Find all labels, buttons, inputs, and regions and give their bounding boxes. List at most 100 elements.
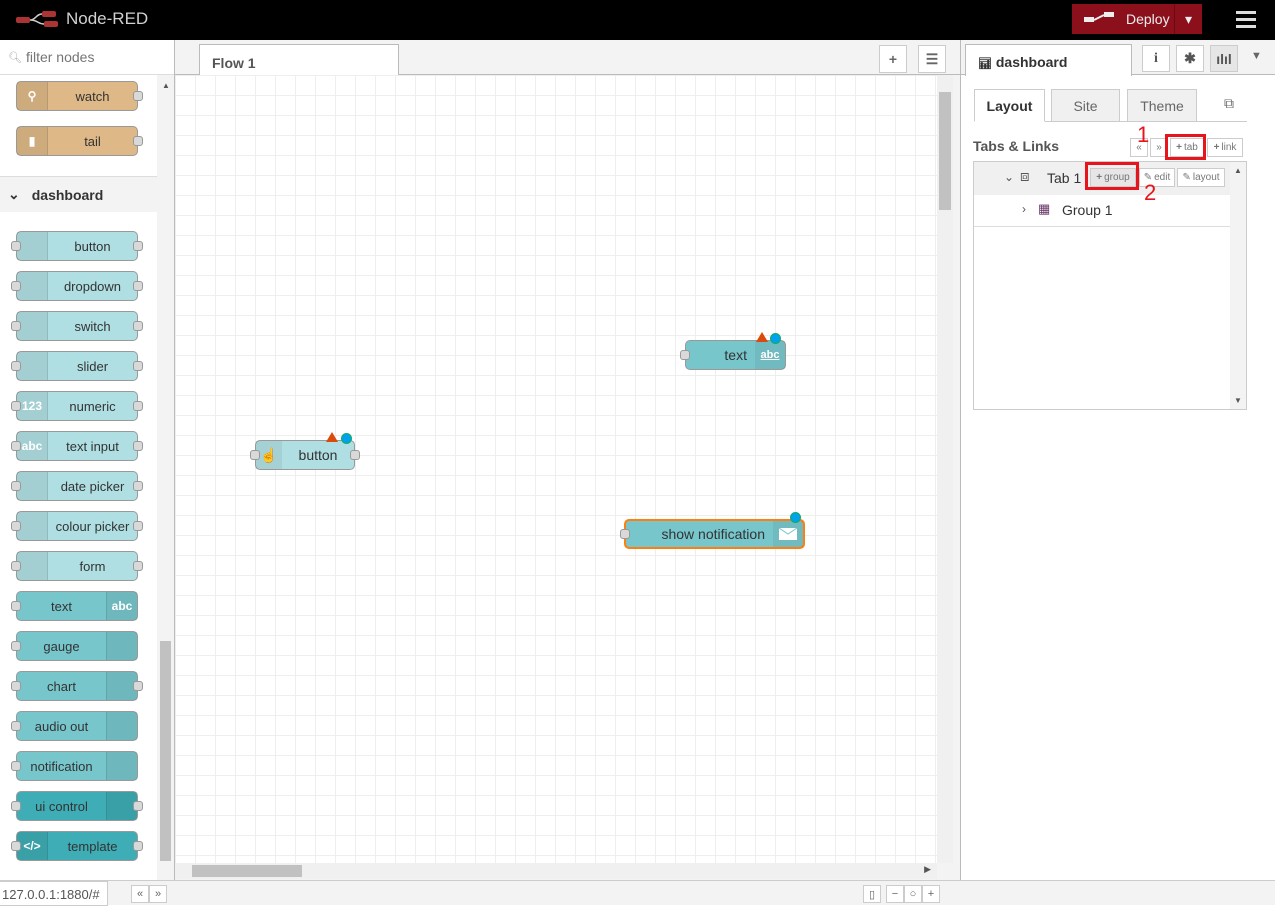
palette-node-chart[interactable]: chart (11, 671, 143, 701)
toggle-icon (17, 312, 48, 340)
palette-node-audio-out[interactable]: audio out (11, 711, 138, 741)
palette-node-colour-picker[interactable]: colour picker (11, 511, 143, 541)
input-port (11, 281, 21, 291)
input-port[interactable] (680, 350, 690, 360)
palette-node-switch[interactable]: switch (11, 311, 143, 341)
input-port (11, 641, 21, 651)
node-label: button (74, 238, 111, 254)
expand-palette-button[interactable]: » (149, 885, 167, 903)
palette-node-text[interactable]: text abc (11, 591, 138, 621)
palette-node-text-input[interactable]: abc text input (11, 431, 143, 461)
collapse-palette-button[interactable]: « (131, 885, 149, 903)
deploy-icon (1084, 12, 1114, 22)
tab-frame-icon: ⧈ (1020, 168, 1030, 185)
flow-node-show-notification[interactable]: show notification (620, 512, 805, 549)
node-label: text input (66, 438, 119, 454)
open-dashboard-external-icon[interactable]: ⧉ (1224, 95, 1234, 112)
output-port (133, 561, 143, 571)
flow-list-button[interactable]: ☰ (918, 45, 946, 73)
palette-node-numeric[interactable]: 123 numeric (11, 391, 143, 421)
input-port (11, 441, 21, 451)
tree-item-group-1[interactable]: › ▦ Group 1 (974, 195, 1230, 227)
subtab-layout[interactable]: Layout (974, 89, 1045, 122)
input-port[interactable] (250, 450, 260, 460)
node-label: slider (76, 358, 109, 374)
palette-filter[interactable]: 🔍︎ (0, 40, 174, 75)
warning-triangle-icon (756, 332, 768, 342)
chevron-down-icon: ⌄ (8, 186, 20, 202)
input-port[interactable] (620, 529, 630, 539)
gauge-icon (106, 632, 137, 660)
input-port (11, 321, 21, 331)
output-port (133, 841, 143, 851)
tree-scrollbar[interactable]: ▲ ▼ (1230, 162, 1246, 409)
flow-node-text[interactable]: text abc (680, 332, 786, 370)
tab-flow-1[interactable]: Flow 1 (199, 44, 399, 76)
output-port (133, 481, 143, 491)
palette-node-notification[interactable]: notification (11, 751, 138, 781)
add-flow-button[interactable]: + (879, 45, 907, 73)
palette-scrollbar[interactable]: ▲ (157, 75, 174, 880)
subtab-theme[interactable]: Theme (1127, 89, 1197, 122)
main-menu-icon[interactable] (1236, 11, 1256, 32)
category-dashboard-header[interactable]: ⌄ dashboard (0, 176, 157, 212)
zoom-in-button[interactable]: + (922, 885, 940, 903)
node-label: audio out (34, 718, 89, 734)
group-name: Group 1 (1062, 202, 1113, 218)
palette-node-gauge[interactable]: gauge (11, 631, 138, 661)
palette-node-form[interactable]: form (11, 551, 143, 581)
node-label: text (51, 598, 72, 614)
edit-label: edit (1154, 172, 1171, 183)
node-label: notification (30, 758, 93, 774)
canvas-vertical-scrollbar[interactable] (937, 75, 953, 863)
debug-bug-icon[interactable]: ✱ (1176, 45, 1204, 72)
node-red-logo-icon (16, 11, 58, 27)
palette-node-date-picker[interactable]: date picker (11, 471, 143, 501)
zoom-out-button[interactable]: − (886, 885, 904, 903)
sidebar-menu-caret-icon[interactable]: ▼ (1251, 50, 1262, 62)
node-label: form (79, 558, 106, 574)
canvas-horizontal-scrollbar[interactable]: ▶ (175, 863, 937, 879)
palette: 🔍︎ ⌄ dashboard ⚲ watch ▮ tail button dropdown s… (0, 40, 175, 880)
deploy-button[interactable]: Deploy ▾ (1072, 4, 1202, 34)
palette-node-tail[interactable]: ▮ tail (16, 126, 143, 156)
output-port (133, 281, 143, 291)
input-port (11, 841, 21, 851)
subtab-site[interactable]: Site (1051, 89, 1120, 122)
flow-canvas[interactable]: ☝ button text abc show notification (175, 75, 937, 863)
navigator-map-icon[interactable]: ▯ (863, 885, 881, 903)
palette-node-dropdown[interactable]: dropdown (11, 271, 143, 301)
layout-button[interactable]: ✎ layout (1177, 168, 1225, 187)
output-port[interactable] (350, 450, 360, 460)
filter-nodes-input[interactable] (25, 49, 156, 65)
palette-node-button[interactable]: button (11, 231, 143, 261)
abc-icon: abc (106, 592, 137, 620)
palette-node-slider[interactable]: slider (11, 351, 143, 381)
palette-node-watch[interactable]: ⚲ watch (16, 81, 143, 111)
annotation-2: 2 (1144, 180, 1157, 205)
zoom-reset-button[interactable]: ○ (904, 885, 922, 903)
sliders-icon (17, 352, 48, 380)
table-icon: ▦ (1038, 201, 1051, 216)
footer: 127.0.0.1:1880/# « » ▯ − ○ + (0, 880, 1275, 906)
numeric-icon: 123 (17, 392, 48, 420)
flow-node-button[interactable]: ☝ button (250, 432, 360, 470)
warning-triangle-icon (326, 432, 338, 442)
palette-node-template[interactable]: </> template (11, 831, 143, 861)
input-port (11, 761, 21, 771)
deploy-menu-caret-icon[interactable]: ▾ (1174, 4, 1202, 34)
category-label: dashboard (31, 186, 104, 203)
node-label: template (67, 838, 118, 854)
output-port (133, 441, 143, 451)
info-icon[interactable]: i (1142, 45, 1170, 72)
add-link-button[interactable]: + link (1207, 138, 1243, 157)
add-link-label: link (1221, 142, 1237, 153)
input-port (11, 401, 21, 411)
layout-tree: ⌄ ⧈ Tab 1 + group ✎ edit ✎ layout › ▦ Group… (973, 161, 1247, 410)
audio-icon (106, 712, 137, 740)
tab-dashboard[interactable]: 📊︎ dashboard (965, 44, 1132, 76)
dashboard-chart-icon[interactable]: ılıl (1210, 45, 1238, 72)
node-label: chart (47, 678, 76, 694)
palette-node-ui-control[interactable]: ui control (11, 791, 143, 821)
input-port (11, 521, 21, 531)
